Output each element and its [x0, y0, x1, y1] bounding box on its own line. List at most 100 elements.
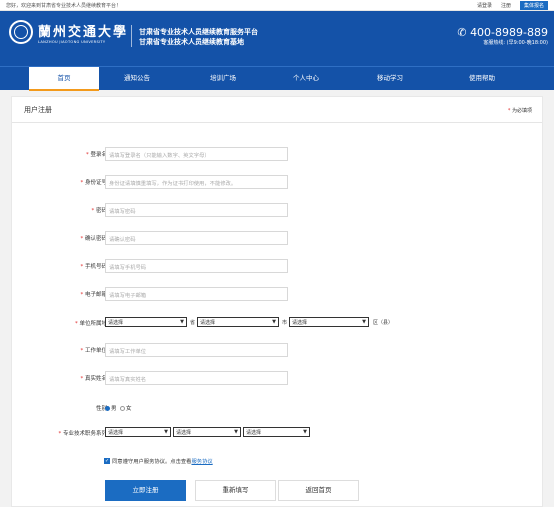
- service-hours: 客服热线: (早9:00-晚18:00): [483, 40, 548, 46]
- form-row-username: * 登录名 请填写登录名（只能输入数字、英文字母）: [12, 147, 542, 161]
- required-star: *: [91, 208, 95, 214]
- confirm-password-label-text: 确认密码: [84, 236, 107, 242]
- real-name-label: * 真实姓名: [80, 374, 107, 382]
- form-row-confirm-password: * 确认密码 请确认密码: [12, 231, 542, 245]
- required-star: *: [80, 236, 84, 242]
- group-register-button[interactable]: 集体报名: [519, 1, 548, 10]
- idcard-label: * 身份证号: [80, 178, 107, 186]
- phone-input[interactable]: 请填写手机号码: [105, 259, 288, 273]
- province-unit: 省: [190, 320, 196, 326]
- nav-item-mobile[interactable]: 移动学习: [355, 67, 425, 91]
- real-name-label-text: 真实姓名: [84, 376, 107, 382]
- top-links: 请登录 注册 集体报名: [477, 1, 548, 10]
- province-select[interactable]: 请选择 ▼: [105, 317, 187, 327]
- nav-item-personal[interactable]: 个人中心: [271, 67, 341, 91]
- chevron-down-icon: ▼: [272, 319, 276, 325]
- platform-title-line2: 甘肃省专业技术人员继续教育基地: [139, 38, 244, 46]
- agreement-checkbox[interactable]: ✓: [104, 458, 110, 464]
- required-note-text: 为必填项: [511, 108, 532, 114]
- city-select[interactable]: 请选择 ▼: [197, 317, 279, 327]
- username-label: * 登录名: [86, 150, 107, 158]
- required-star: *: [80, 348, 84, 354]
- chevron-down-icon: ▼: [234, 429, 238, 435]
- required-note: * 为必填项: [508, 107, 532, 114]
- district-select-value: 请选择: [292, 320, 308, 326]
- agreement-row: ✓ 同意遵守用户服务协议。点击查看 服务协议: [104, 457, 213, 465]
- title-series-label-text: 专业技术职务系列: [62, 431, 107, 437]
- nav-item-training[interactable]: 培训广场: [188, 67, 258, 91]
- password-input[interactable]: 请填写密码: [105, 203, 288, 217]
- seal-icon: [9, 20, 33, 44]
- gender-options: 男 女: [105, 404, 132, 412]
- real-name-input[interactable]: 请填写真实姓名: [105, 371, 288, 385]
- district-unit: 区（县）: [373, 320, 394, 326]
- main-nav: 首页 通知公告 培训广场 个人中心 移动学习 使用帮助: [0, 66, 554, 91]
- form-row-password: * 密码 请填写密码: [12, 203, 542, 217]
- chevron-down-icon: ▼: [164, 429, 168, 435]
- panel-header: 用户注册 * 为必填项: [12, 97, 542, 123]
- province-select-value: 请选择: [108, 320, 124, 326]
- confirm-password-label: * 确认密码: [80, 234, 107, 242]
- nav-item-notices[interactable]: 通知公告: [102, 67, 172, 91]
- form-row-unit-location: * 单位所属地 请选择 ▼ 省 请选择 ▼ 市 请选择 ▼ 区（县）: [12, 317, 542, 331]
- title-series-select-1[interactable]: 请选择 ▼: [105, 427, 171, 437]
- unit-location-label-text: 单位所属地: [79, 321, 107, 327]
- phone-label: * 手机号码: [80, 262, 107, 270]
- city-select-value: 请选择: [200, 320, 216, 326]
- title-series-select-2[interactable]: 请选择 ▼: [173, 427, 241, 437]
- phone-icon: ✆: [457, 26, 467, 39]
- back-home-button[interactable]: 返回首页: [278, 480, 359, 501]
- submit-register-button[interactable]: 立即注册: [105, 480, 186, 501]
- form-row-email: * 电子邮箱 请填写电子邮箱: [12, 287, 542, 301]
- district-select[interactable]: 请选择 ▼: [289, 317, 369, 327]
- form-row-phone: * 手机号码 请填写手机号码: [12, 259, 542, 273]
- platform-title-line1: 甘肃省专业技术人员继续教育服务平台: [139, 28, 258, 36]
- nav-item-home[interactable]: 首页: [29, 67, 99, 91]
- required-star: *: [80, 264, 84, 270]
- platform-title: 甘肃省专业技术人员继续教育服务平台 甘肃省专业技术人员继续教育基地: [139, 27, 258, 47]
- required-star: *: [507, 108, 511, 114]
- chevron-down-icon: ▼: [303, 429, 307, 435]
- agreement-text: 同意遵守用户服务协议。点击查看: [112, 459, 192, 465]
- phone-label-text: 手机号码: [84, 264, 107, 270]
- university-logo[interactable]: 蘭州交通大學 LANZHOU JIAOTONG UNIVERSITY: [9, 20, 128, 44]
- work-unit-label: * 工作单位: [80, 346, 107, 354]
- title-series-label: * 专业技术职务系列: [58, 429, 107, 437]
- required-star: *: [58, 431, 62, 437]
- top-bar: 您好，欢迎来到甘肃省专业技术人员继续教育平台！ 请登录 注册 集体报名: [0, 0, 554, 11]
- city-unit: 市: [282, 320, 288, 326]
- gender-male-label: 男: [111, 406, 117, 412]
- confirm-password-input[interactable]: 请确认密码: [105, 231, 288, 245]
- gender-male-radio[interactable]: [105, 406, 110, 411]
- university-name: 蘭州交通大學: [38, 24, 129, 40]
- page-title: 用户注册: [24, 106, 52, 114]
- title-series-select-1-value: 请选择: [108, 430, 124, 436]
- gender-female-label: 女: [126, 406, 132, 412]
- form-row-real-name: * 真实姓名 请填写真实姓名: [12, 371, 542, 385]
- hotline: ✆ 400-8989-889 客服热线: (早9:00-晚18:00): [457, 26, 548, 46]
- email-input[interactable]: 请填写电子邮箱: [105, 287, 288, 301]
- chevron-down-icon: ▼: [362, 319, 366, 325]
- form-row-idcard: * 身份证号 身份证请填慎重填写，作为证书打印使用，不能修改。: [12, 175, 542, 189]
- required-star: *: [80, 180, 84, 186]
- username-input[interactable]: 请填写登录名（只能输入数字、英文字母）: [105, 147, 288, 161]
- required-star: *: [85, 152, 89, 158]
- title-series-select-2-value: 请选择: [176, 430, 192, 436]
- login-link[interactable]: 请登录: [477, 2, 492, 9]
- service-agreement-link[interactable]: 服务协议: [191, 457, 212, 465]
- university-name-en: LANZHOU JIAOTONG UNIVERSITY: [38, 39, 106, 44]
- welcome-text: 您好，欢迎来到甘肃省专业技术人员继续教育平台！: [6, 3, 122, 9]
- work-unit-input[interactable]: 请填写工作单位: [105, 343, 288, 357]
- gender-female-radio[interactable]: [120, 406, 126, 411]
- idcard-label-text: 身份证号: [84, 180, 107, 186]
- email-label: * 电子邮箱: [80, 290, 107, 298]
- email-label-text: 电子邮箱: [84, 292, 107, 298]
- chevron-down-icon: ▼: [180, 319, 184, 325]
- idcard-input[interactable]: 身份证请填慎重填写，作为证书打印使用，不能修改。: [105, 175, 288, 189]
- nav-item-help[interactable]: 使用帮助: [447, 67, 517, 91]
- title-series-select-3[interactable]: 请选择 ▼: [243, 427, 310, 437]
- required-star: *: [80, 376, 84, 382]
- register-link[interactable]: 注册: [501, 2, 511, 9]
- form-row-title-series: * 专业技术职务系列 请选择 ▼ 请选择 ▼ 请选择 ▼: [12, 427, 542, 441]
- reset-button[interactable]: 重新填写: [195, 480, 276, 501]
